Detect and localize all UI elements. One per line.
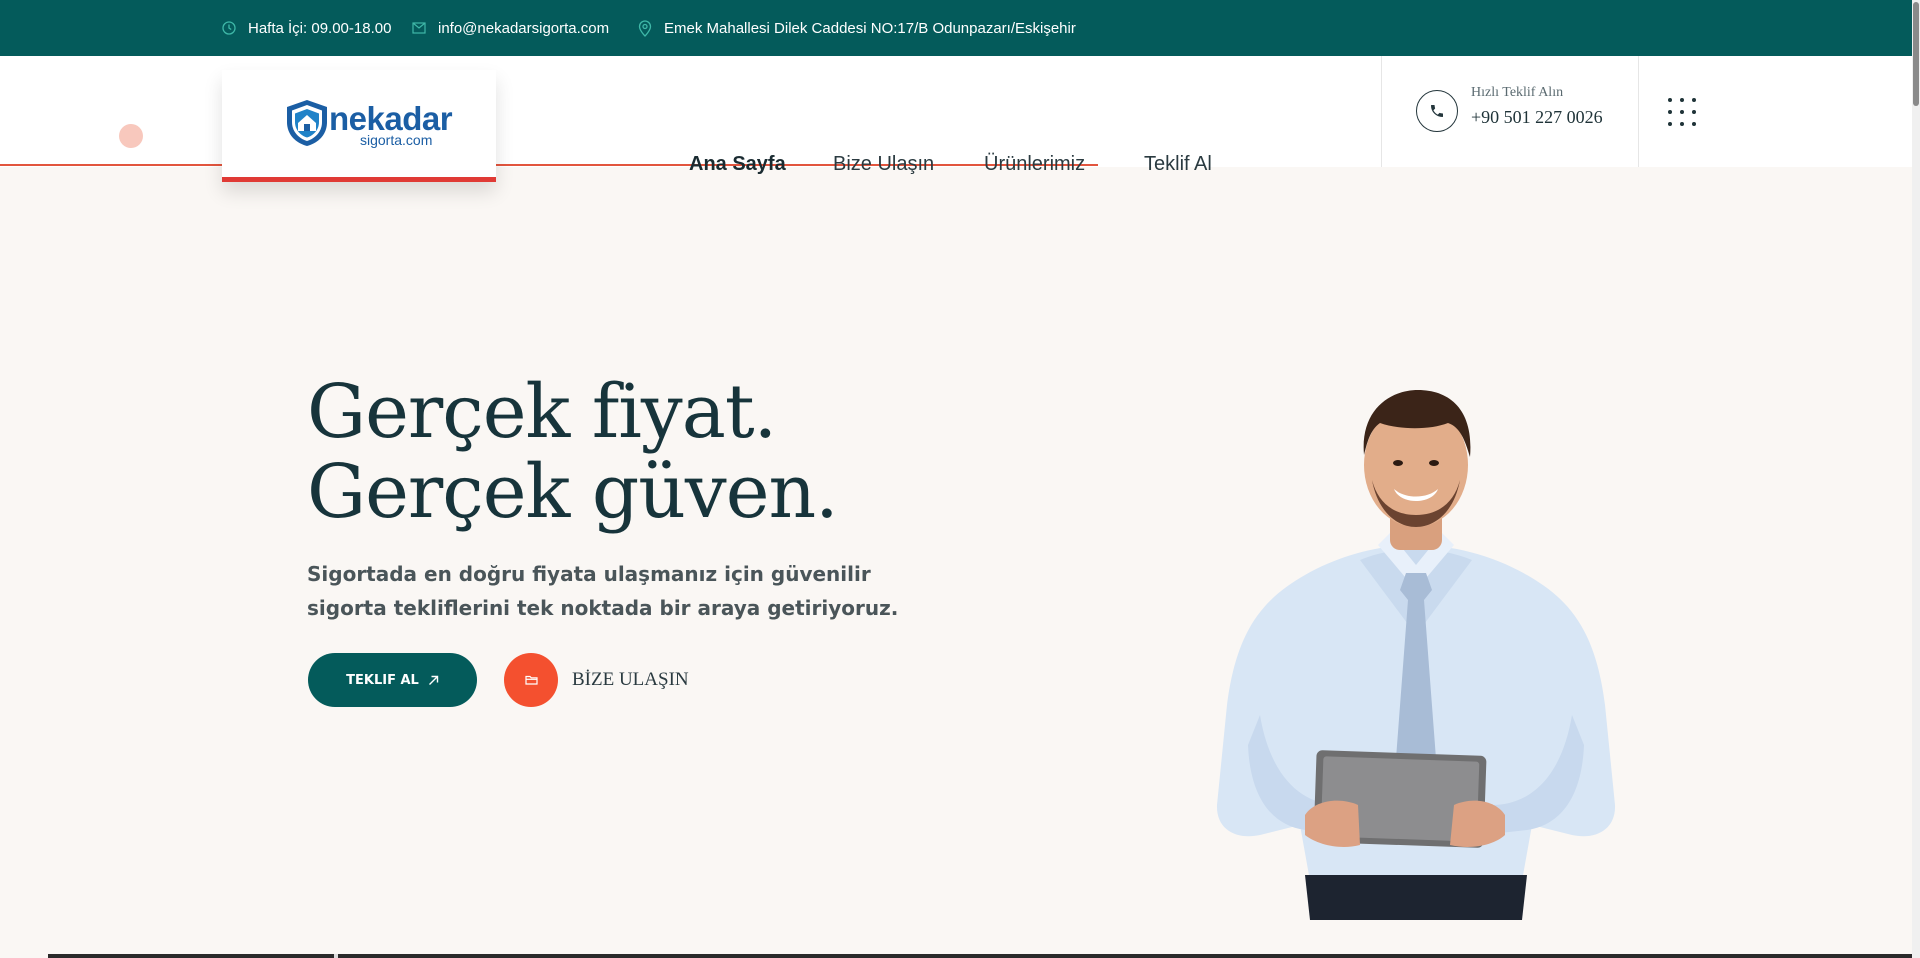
nav-item-teklif-al[interactable]: Teklif Al (1144, 153, 1212, 176)
hours-text: Hafta İçi: 09.00-18.00 (248, 19, 392, 37)
page-bottom-border (48, 954, 1920, 958)
hero-description: Sigortada en doğru fiyata ulaşmanız için… (307, 562, 899, 620)
phone-number[interactable]: +90 501 227 0026 (1471, 107, 1603, 128)
folder-icon (524, 675, 538, 685)
bize-ulasin-link[interactable]: BİZE ULAŞIN (572, 669, 689, 691)
arrow-up-right-icon (428, 675, 439, 685)
address-text: Emek Mahallesi Dilek Caddesi NO:17/B Odu… (664, 19, 1076, 37)
phone-button[interactable] (1416, 90, 1458, 132)
shield-house-icon (287, 100, 327, 146)
phone-icon (1431, 105, 1443, 117)
email-link[interactable]: info@nekadarsigorta.com (438, 20, 609, 37)
businessman-image (1216, 390, 1616, 920)
nav-item-urunlerimiz[interactable]: Ürünlerimiz (984, 153, 1085, 176)
teklif-al-button[interactable]: TEKLIF AL (308, 653, 477, 707)
hero-title: Gerçek fiyat. Gerçek güven. (307, 369, 839, 535)
top-info-bar: Hafta İçi: 09.00-18.00 info@nekadarsigor… (0, 0, 1920, 56)
vertical-scrollbar[interactable] (1912, 0, 1920, 958)
decorative-dot (119, 124, 143, 148)
email-info[interactable]: info@nekadarsigorta.com (412, 0, 609, 56)
header-divider (1638, 56, 1639, 167)
grid-menu-icon[interactable] (1668, 98, 1696, 126)
teklif-al-button-label: TEKLIF AL (346, 672, 419, 688)
quick-quote-label: Hızlı Teklif Alın (1471, 85, 1564, 100)
clock-icon (222, 21, 236, 35)
map-pin-icon (638, 19, 652, 37)
site-logo[interactable]: nekadar sigorta.com (222, 70, 496, 182)
hero-title-line-2: Gerçek güven. (307, 449, 839, 535)
contact-round-button[interactable] (504, 653, 558, 707)
logo-subtitle: sigorta.com (360, 132, 433, 148)
envelope-icon (412, 22, 426, 34)
scrollbar-thumb[interactable] (1913, 2, 1919, 106)
address-info: Emek Mahallesi Dilek Caddesi NO:17/B Odu… (638, 0, 1076, 56)
hero-title-line-1: Gerçek fiyat. (307, 369, 777, 455)
nav-item-ana-sayfa[interactable]: Ana Sayfa (689, 153, 786, 176)
nav-item-bize-ulasin[interactable]: Bize Ulaşın (833, 153, 934, 176)
header-divider (1381, 56, 1382, 167)
hours-info: Hafta İçi: 09.00-18.00 (222, 0, 391, 56)
